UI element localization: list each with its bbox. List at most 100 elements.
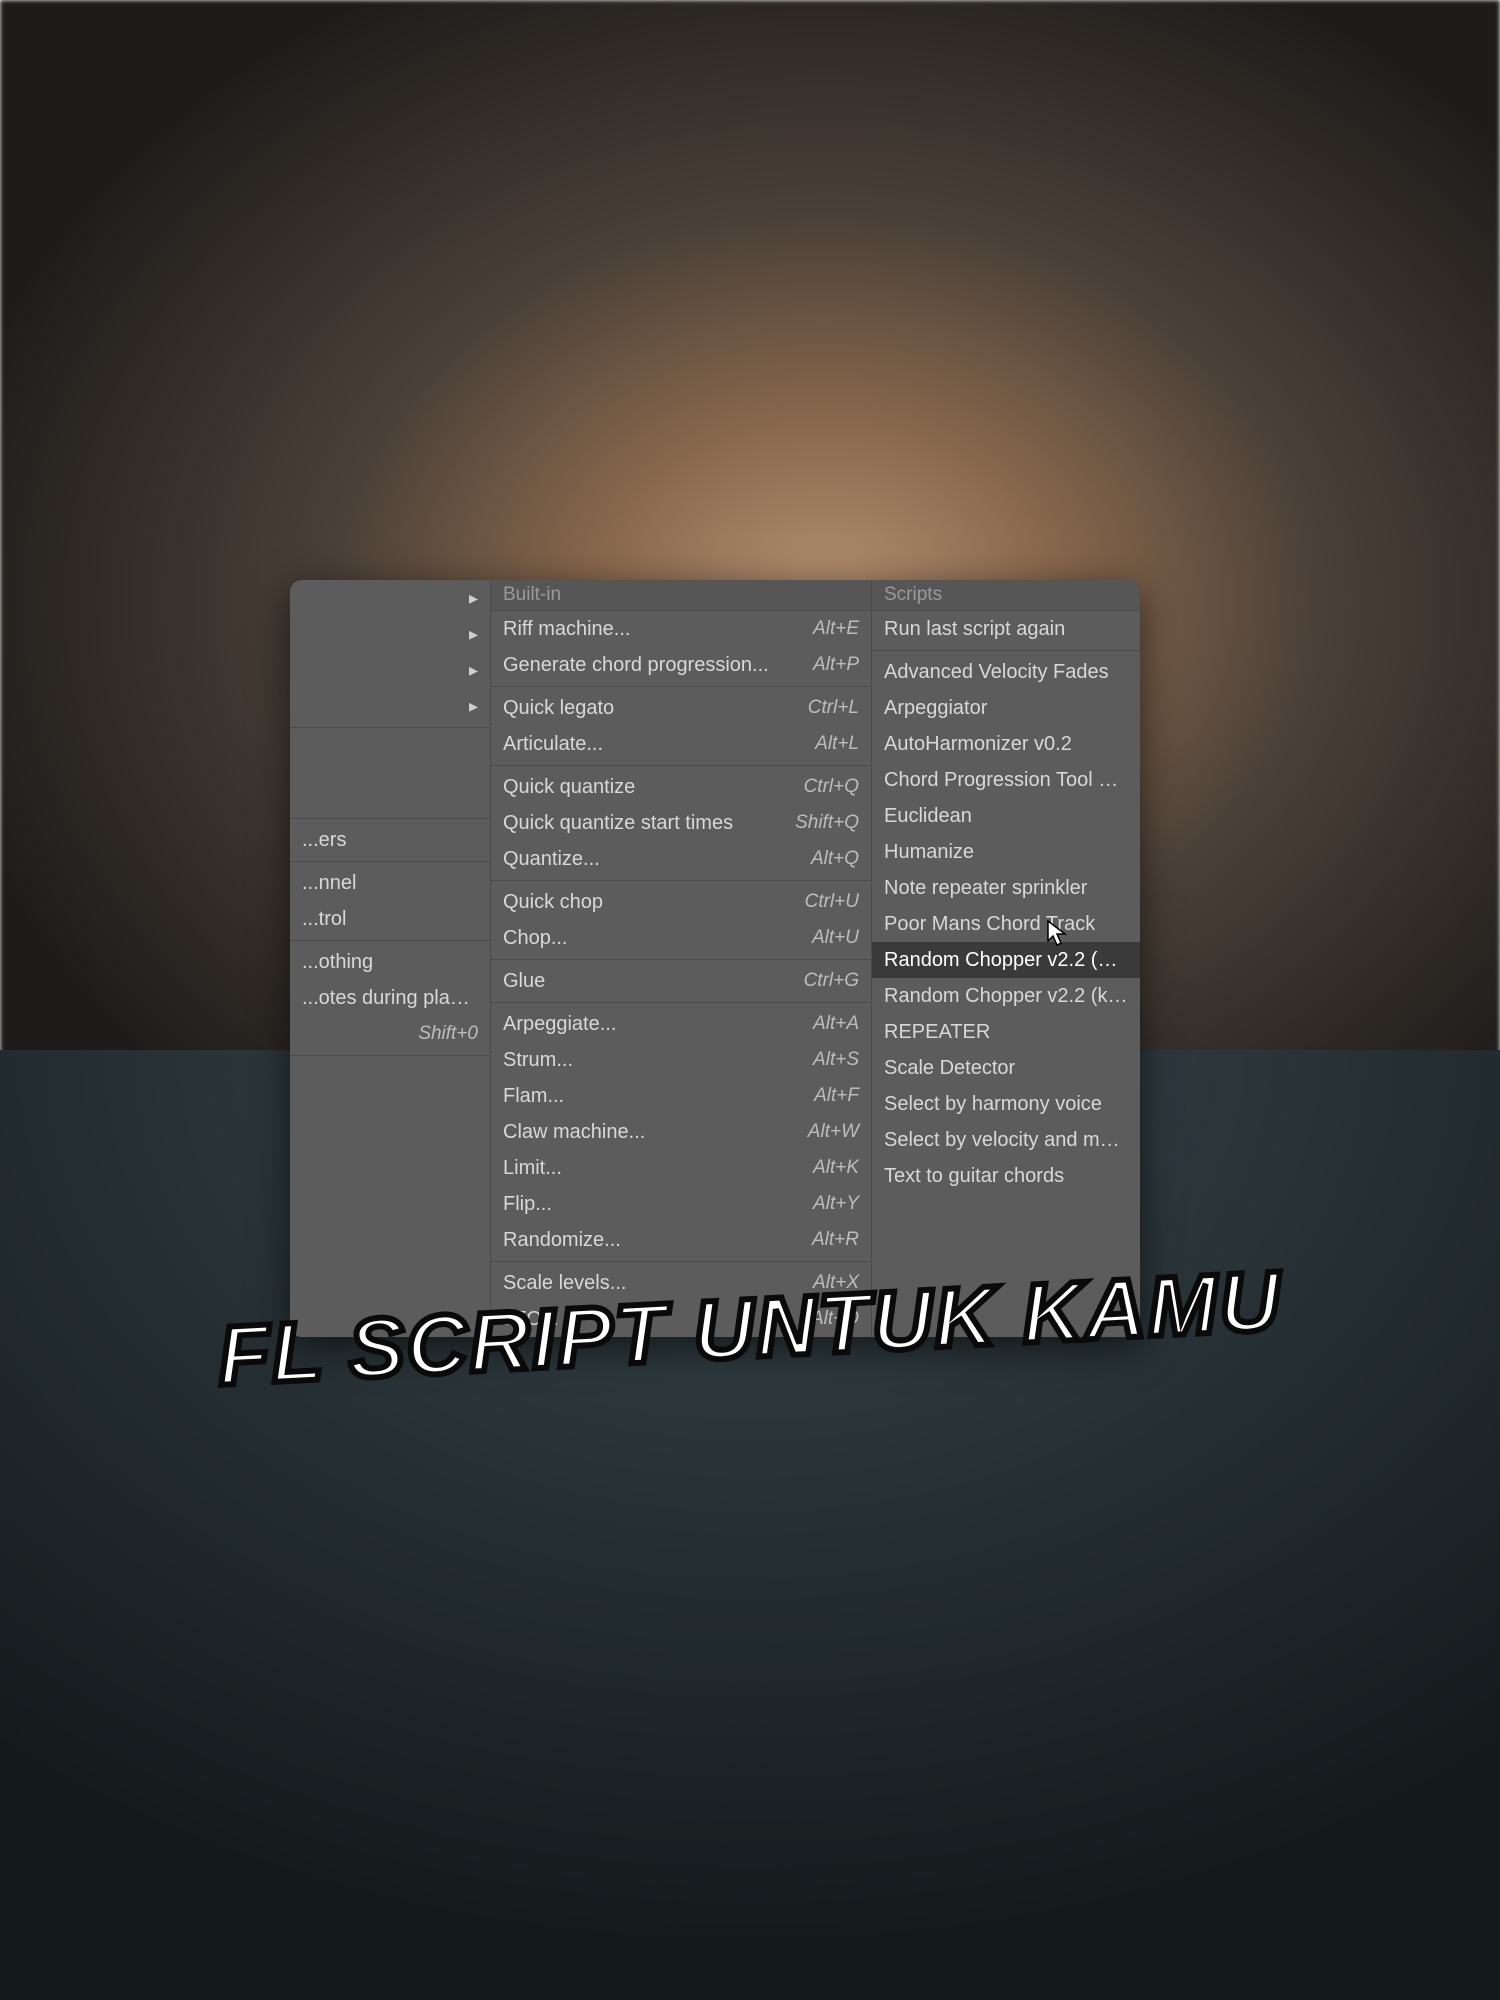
- menu-item-arpeggiate[interactable]: Arpeggiate... Alt+A: [491, 1006, 871, 1042]
- menu-separator: [491, 1261, 871, 1262]
- parent-menu-item[interactable]: ...trol: [290, 901, 490, 937]
- menu-item-label: Random Chopper v2.2 (knobs: [884, 982, 1128, 1010]
- menu-item-label: Quick legato: [503, 694, 614, 722]
- parent-menu-item-disabled: Shift+0: [290, 1016, 490, 1052]
- menu-item-script[interactable]: Advanced Velocity Fades: [872, 654, 1140, 690]
- menu-item-claw-machine[interactable]: Claw machine... Alt+W: [491, 1114, 871, 1150]
- menu-item-script[interactable]: Arpeggiator: [872, 690, 1140, 726]
- menu-item-label: AutoHarmonizer v0.2: [884, 730, 1072, 758]
- menu-item-label: Chop...: [503, 924, 567, 952]
- menu-item-script[interactable]: Note repeater sprinkler: [872, 870, 1140, 906]
- menu-item-flam[interactable]: Flam...Alt+F: [491, 1078, 871, 1114]
- menu-item-limit[interactable]: Limit... Alt+K: [491, 1150, 871, 1186]
- menu-item-script[interactable]: Random Chopper v2.2 (knobs: [872, 978, 1140, 1014]
- menu-separator: [491, 765, 871, 766]
- menu-shortcut: Alt+R: [812, 1226, 859, 1254]
- menu-item-label: Note repeater sprinkler: [884, 874, 1087, 902]
- parent-submenu-row[interactable]: ▸: [290, 616, 490, 652]
- menu-item-quick-quantize[interactable]: Quick quantize Ctrl+Q: [491, 769, 871, 805]
- menu-item-label: Poor Mans Chord Track: [884, 910, 1095, 938]
- menu-item-script[interactable]: Humanize: [872, 834, 1140, 870]
- menu-item-script[interactable]: REPEATER: [872, 1014, 1140, 1050]
- chevron-right-icon: ▸: [469, 620, 478, 648]
- menu-shortcut: Alt+U: [812, 924, 859, 952]
- menu-separator: [290, 727, 490, 728]
- menu-item-script[interactable]: Euclidean: [872, 798, 1140, 834]
- parent-submenu-row[interactable]: ▸: [290, 580, 490, 616]
- menu-item-label: Quick quantize: [503, 773, 635, 801]
- menu-shortcut: Shift+0: [418, 1020, 478, 1048]
- menu-shortcut: Alt+F: [814, 1082, 859, 1110]
- menu-separator: [491, 686, 871, 687]
- menu-item-quick-chop[interactable]: Quick chop Ctrl+U: [491, 884, 871, 920]
- menu-item-flip[interactable]: Flip... Alt+Y: [491, 1186, 871, 1222]
- menu-item-quick-legato[interactable]: Quick legato Ctrl+L: [491, 690, 871, 726]
- menu-item-label: Limit...: [503, 1154, 562, 1182]
- menu-shortcut: Alt+Q: [811, 845, 859, 873]
- menu-item-articulate[interactable]: Articulate...Alt+L: [491, 726, 871, 762]
- menu-item-label: Scale Detector: [884, 1054, 1015, 1082]
- menu-item-script[interactable]: Poor Mans Chord Track: [872, 906, 1140, 942]
- menu-item-label: Claw machine...: [503, 1118, 645, 1146]
- menu-item-randomize[interactable]: Randomize... Alt+R: [491, 1222, 871, 1258]
- menu-shortcut: Alt+L: [815, 730, 859, 758]
- menu-item-label: ...trol: [302, 905, 346, 933]
- menu-separator: [290, 861, 490, 862]
- menu-item-label: Glue: [503, 967, 545, 995]
- menu-shortcut: Alt+A: [813, 1010, 859, 1038]
- parent-submenu-row[interactable]: ▸: [290, 652, 490, 688]
- menu-item-label: Select by velocity and more: [884, 1126, 1128, 1154]
- menu-item-label: Humanize: [884, 838, 974, 866]
- menu-item-script[interactable]: Scale Detector: [872, 1050, 1140, 1086]
- menu-item-label: Quick chop: [503, 888, 603, 916]
- menu-item-label: ...ers: [302, 826, 346, 854]
- menu-item-riff-machine[interactable]: Riff machine...Alt+E: [491, 611, 871, 647]
- menu-item-label: Strum...: [503, 1046, 573, 1074]
- menu-item-script[interactable]: Text to guitar chords: [872, 1158, 1140, 1194]
- menu-shortcut: Ctrl+U: [805, 888, 859, 916]
- menu-item-script[interactable]: Chord Progression Tool v1.1: [872, 762, 1140, 798]
- builtin-header: Built-in: [491, 580, 871, 611]
- parent-menu-column: ▸ ▸ ▸ ▸ ...ers ...nnel ...trol ...othing…: [290, 580, 490, 1337]
- parent-menu-item[interactable]: ...nnel: [290, 865, 490, 901]
- menu-shortcut: Alt+Y: [813, 1190, 859, 1218]
- menu-shortcut: Ctrl+G: [804, 967, 859, 995]
- menu-shortcut: Alt+E: [813, 615, 859, 643]
- parent-submenu-row[interactable]: ▸: [290, 688, 490, 724]
- scripts-menu-column: Scripts Run last script again Advanced V…: [871, 580, 1140, 1337]
- builtin-menu-column: Built-in Riff machine...Alt+E Generate c…: [490, 580, 871, 1337]
- menu-item-chop[interactable]: Chop... Alt+U: [491, 920, 871, 956]
- menu-item-script[interactable]: Select by harmony voice: [872, 1086, 1140, 1122]
- menu-separator: [290, 940, 490, 941]
- menu-separator: [290, 818, 490, 819]
- menu-shortcut: Alt+K: [813, 1154, 859, 1182]
- menu-item-script[interactable]: AutoHarmonizer v0.2: [872, 726, 1140, 762]
- menu-item-label: Randomize...: [503, 1226, 621, 1254]
- menu-item-label: Arpeggiator: [884, 694, 987, 722]
- context-menu-panel: ▸ ▸ ▸ ▸ ...ers ...nnel ...trol ...othing…: [290, 580, 1140, 1337]
- parent-menu-item[interactable]: ...otes during playback: [290, 980, 490, 1016]
- parent-menu-item[interactable]: ...ers: [290, 822, 490, 858]
- menu-item-label: Run last script again: [884, 615, 1065, 643]
- menu-item-label: Random Chopper v2.2 (drop d: [884, 946, 1128, 974]
- chevron-right-icon: ▸: [469, 692, 478, 720]
- menu-item-generate-chord-progression[interactable]: Generate chord progression...Alt+P: [491, 647, 871, 683]
- menu-item-quantize[interactable]: Quantize...Alt+Q: [491, 841, 871, 877]
- scripts-header: Scripts: [872, 580, 1140, 611]
- parent-menu-item[interactable]: ...othing: [290, 944, 490, 980]
- menu-item-quick-quantize-start-times[interactable]: Quick quantize start timesShift+Q: [491, 805, 871, 841]
- menu-shortcut: Ctrl+Q: [804, 773, 859, 801]
- menu-item-run-last-script[interactable]: Run last script again: [872, 611, 1140, 647]
- menu-item-random-chopper-highlighted[interactable]: Random Chopper v2.2 (drop d: [872, 942, 1140, 978]
- menu-item-label: Arpeggiate...: [503, 1010, 616, 1038]
- menu-item-label: Euclidean: [884, 802, 972, 830]
- menu-item-script[interactable]: Select by velocity and more: [872, 1122, 1140, 1158]
- menu-item-label: Advanced Velocity Fades: [884, 658, 1109, 686]
- menu-item-label: Generate chord progression...: [503, 651, 769, 679]
- menu-item-label: ...nnel: [302, 869, 356, 897]
- menu-item-label: Flip...: [503, 1190, 552, 1218]
- menu-item-glue[interactable]: Glue Ctrl+G: [491, 963, 871, 999]
- menu-shortcut: Alt+W: [808, 1118, 859, 1146]
- menu-shortcut: Ctrl+L: [808, 694, 859, 722]
- menu-item-strum[interactable]: Strum...Alt+S: [491, 1042, 871, 1078]
